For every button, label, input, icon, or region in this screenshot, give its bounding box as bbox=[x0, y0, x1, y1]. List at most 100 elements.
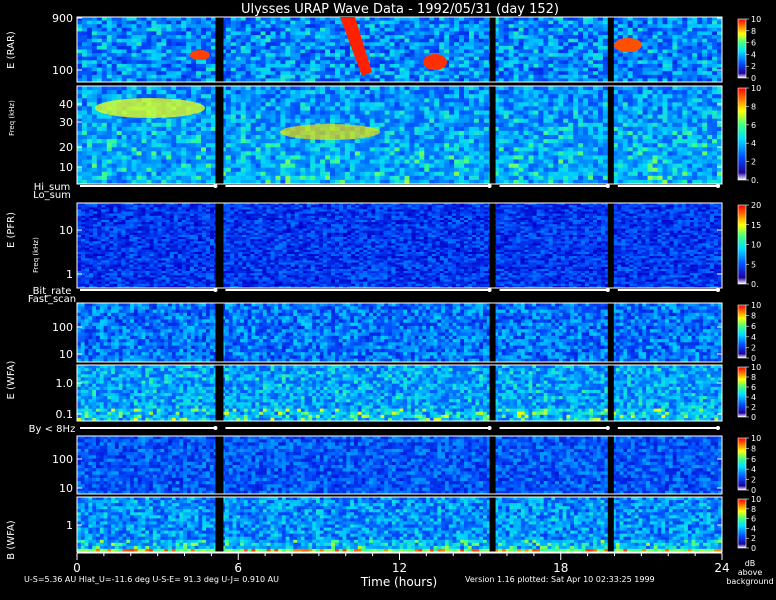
y-tick-label: 100 bbox=[52, 453, 73, 466]
colorbar-tick-label: 10 bbox=[751, 434, 761, 443]
data-gap bbox=[215, 497, 223, 552]
status-marker bbox=[716, 426, 720, 430]
emission-band bbox=[280, 124, 380, 140]
colorbar-tick-label: 10 bbox=[751, 15, 761, 24]
emission-patch bbox=[190, 50, 210, 60]
colorbar-scale bbox=[738, 88, 746, 180]
data-gap bbox=[215, 86, 223, 184]
y-tick-label: 0.1 bbox=[56, 408, 74, 421]
y-tick-label: 100 bbox=[52, 64, 73, 77]
data-gap bbox=[215, 17, 223, 82]
footer-version-info: Version 1.16 plotted: Sat Apr 10 02:33:2… bbox=[465, 575, 655, 584]
y-tick-label: 1 bbox=[66, 268, 73, 281]
panel-cells bbox=[77, 365, 722, 421]
colorbar-tick-label: 2 bbox=[751, 62, 756, 71]
colorbar-tick-label: 4 bbox=[751, 139, 756, 148]
colorbar-tick-label: 4 bbox=[751, 333, 756, 342]
status-row-4: By < 8Hz bbox=[29, 424, 720, 435]
data-gap bbox=[608, 203, 614, 288]
colorbar-tick-label: 4 bbox=[751, 524, 756, 533]
emission-band bbox=[95, 98, 205, 118]
chart-title: Ulysses URAP Wave Data - 1992/05/31 (day… bbox=[241, 2, 559, 17]
colorbar-wfa-e-low: 1086420 bbox=[738, 363, 761, 422]
colorbar-tick-label: 6 bbox=[751, 39, 756, 48]
data-gap bbox=[608, 497, 614, 552]
spectrogram-panel-rar-low: 40302010Freq (kHz)1086420. bbox=[8, 84, 761, 185]
x-tick-label: 0 bbox=[73, 561, 81, 575]
colorbar-tick-label: 8 bbox=[751, 373, 756, 382]
colorbar-tick-label: 0 bbox=[751, 544, 756, 553]
panel-ylabel: Freq (kHz) bbox=[8, 100, 16, 136]
colorbar-tick-label: 2 bbox=[751, 343, 756, 352]
data-gap bbox=[490, 497, 496, 552]
status-marker bbox=[488, 288, 492, 292]
colorbar-tick-label: 6 bbox=[751, 383, 756, 392]
y-tick-label: 10 bbox=[59, 482, 73, 495]
colorbar-scale bbox=[738, 367, 746, 417]
colorbar-tick-label: 20 bbox=[751, 201, 761, 210]
colorbar-tick-label: 6 bbox=[751, 455, 756, 464]
data-gap bbox=[490, 436, 496, 494]
colorbar-tick-label: 2 bbox=[751, 158, 756, 167]
colorbar-tick-label: 0 bbox=[751, 413, 756, 422]
panel-ylabel: E (PFR) bbox=[6, 212, 17, 248]
status-marker bbox=[213, 184, 217, 188]
colorbar-tick-label: 10 bbox=[751, 363, 761, 372]
colorbar-tick-label: 0. bbox=[751, 176, 759, 185]
colorbar-tick-label: 0. bbox=[751, 280, 759, 289]
status-marker bbox=[606, 288, 610, 292]
y-tick-label: 20 bbox=[59, 141, 73, 154]
x-tick-label: 18 bbox=[553, 561, 568, 575]
status-row-1: Lo_sum bbox=[33, 190, 71, 201]
colorbar-pfr: 20151050. bbox=[738, 201, 761, 289]
colorbar-tick-label: 6 bbox=[751, 121, 756, 130]
colorbar-tick-label: 0 bbox=[751, 74, 756, 83]
emission-patch bbox=[614, 38, 642, 52]
wave-spectrogram-chart: Ulysses URAP Wave Data - 1992/05/31 (day… bbox=[0, 0, 776, 600]
status-marker bbox=[716, 184, 720, 188]
status-marker bbox=[213, 426, 217, 430]
colorbar-wfa-b-high: 1086420 bbox=[738, 434, 761, 495]
data-gap bbox=[608, 17, 614, 82]
colorbar-unit-background: background bbox=[726, 577, 773, 586]
data-gap bbox=[490, 203, 496, 288]
x-axis-label: Time (hours) bbox=[360, 575, 437, 589]
colorbar-tick-label: 0 bbox=[751, 354, 756, 363]
panel-cells bbox=[77, 303, 722, 362]
colorbar-tick-label: 10 bbox=[751, 84, 761, 93]
status-marker bbox=[488, 426, 492, 430]
colorbar-unit-above: above bbox=[738, 568, 763, 577]
colorbar-scale bbox=[738, 438, 746, 490]
status-row-label: By < 8Hz bbox=[29, 424, 76, 435]
data-gap bbox=[215, 365, 223, 421]
colorbar-tick-label: 10 bbox=[751, 495, 761, 504]
panel-sublabel: Freq (kHz) bbox=[32, 237, 40, 273]
spectrogram-panel-wfa-e-low: 1.00.11086420 bbox=[56, 363, 762, 422]
colorbar-tick-label: 15 bbox=[751, 221, 761, 230]
colorbar-rar-high: 1086420 bbox=[738, 15, 761, 83]
panel-ylabel: E (WFA) bbox=[6, 360, 17, 399]
panel-cells bbox=[77, 497, 722, 552]
spectrogram-panel-wfa-b-low: 11086420 bbox=[66, 495, 761, 553]
y-tick-label: 100 bbox=[52, 321, 73, 334]
colorbar-tick-label: 6 bbox=[751, 515, 756, 524]
colorbar-wfa-b-low: 1086420 bbox=[738, 495, 761, 553]
colorbar-rar-low: 1086420. bbox=[738, 84, 761, 185]
status-marker bbox=[716, 288, 720, 292]
colorbar-tick-label: 2 bbox=[751, 403, 756, 412]
status-row-label: Lo_sum bbox=[33, 190, 71, 201]
colorbar-tick-label: 2 bbox=[751, 534, 756, 543]
colorbar-tick-label: 8 bbox=[751, 312, 756, 321]
colorbar-tick-label: 2 bbox=[751, 476, 756, 485]
data-gap bbox=[215, 436, 223, 494]
footer-orbit-info: U-S=5.36 AU Hlat_U=-11.6 deg U-S-E= 91.3… bbox=[24, 575, 279, 584]
colorbar-unit-db: dB bbox=[745, 559, 756, 568]
emission-patch bbox=[423, 54, 447, 70]
colorbar-tick-label: 10 bbox=[751, 301, 761, 310]
colorbar-scale bbox=[738, 305, 746, 358]
status-marker bbox=[213, 288, 217, 292]
colorbar-tick-label: 4 bbox=[751, 50, 756, 59]
colorbar-tick-label: 0 bbox=[751, 486, 756, 495]
data-gap bbox=[608, 303, 614, 362]
y-tick-label: 1.0 bbox=[56, 377, 74, 390]
